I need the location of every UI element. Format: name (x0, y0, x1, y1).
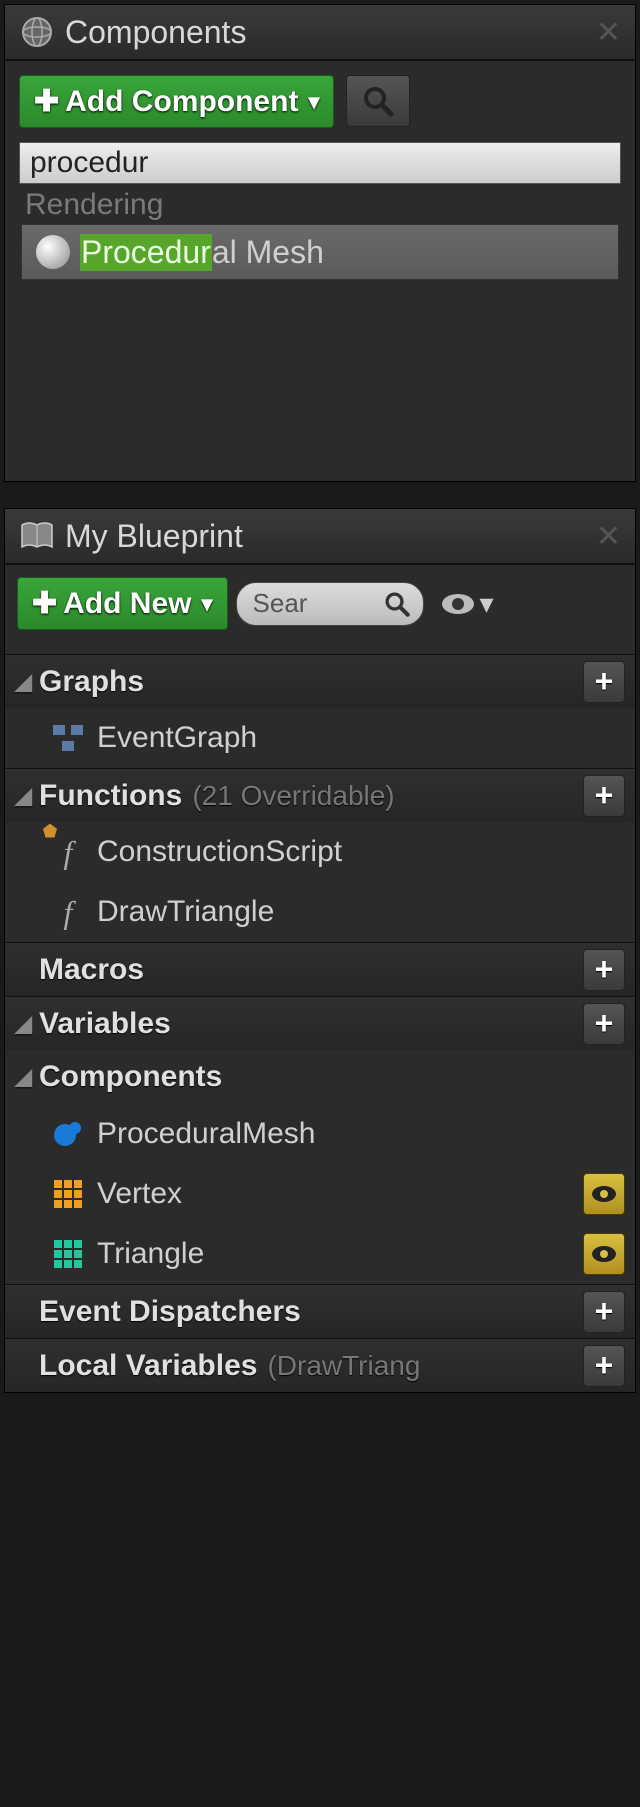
myblueprint-tab[interactable]: My Blueprint ✕ (5, 509, 635, 565)
components-tab-label: Components (65, 14, 246, 51)
blueprint-tree: ◢ Graphs + EventGraph ◢ Functions (21 Ov… (5, 654, 635, 1392)
plus-icon: ✚ (32, 586, 57, 621)
graph-icon (49, 725, 87, 751)
search-icon (361, 84, 395, 118)
add-new-label: Add New (63, 587, 191, 621)
components-toolbar: ✚ Add Component ▾ (19, 75, 621, 128)
close-icon[interactable]: ✕ (596, 15, 621, 50)
caret-down-icon: ▾ (201, 591, 212, 617)
item-label: Triangle (97, 1237, 204, 1271)
item-triangle[interactable]: Triangle (5, 1224, 635, 1284)
caret-down-icon: ▾ (308, 89, 319, 115)
result-rest: al Mesh (212, 234, 324, 271)
item-label: ProceduralMesh (97, 1117, 315, 1151)
components-body: ✚ Add Component ▾ procedur Rendering Pro… (5, 61, 635, 481)
category-variables[interactable]: ◢ Variables + (5, 996, 635, 1050)
components-panel: Components ✕ ✚ Add Component ▾ procedur … (4, 4, 636, 482)
search-result-procedural-mesh[interactable]: Procedural Mesh (21, 224, 619, 280)
add-component-button[interactable]: ✚ Add Component ▾ (19, 75, 334, 128)
add-new-button[interactable]: ✚ Add New ▾ (17, 577, 228, 630)
category-label: Components (39, 1060, 222, 1094)
myblueprint-toolbar: ✚ Add New ▾ Sear ▾ (5, 565, 635, 630)
category-label: Macros (39, 953, 144, 987)
item-label: ConstructionScript (97, 835, 342, 869)
myblueprint-panel: My Blueprint ✕ ✚ Add New ▾ Sear ▾ ◢ Grap… (4, 508, 636, 1393)
search-category: Rendering (19, 184, 621, 224)
component-search-input[interactable]: procedur (19, 142, 621, 184)
book-icon (19, 518, 55, 554)
result-highlight: Procedur (80, 234, 212, 271)
category-graphs[interactable]: ◢ Graphs + (5, 654, 635, 708)
components-tab[interactable]: Components ✕ (5, 5, 635, 61)
item-label: EventGraph (97, 721, 257, 755)
plus-icon: ✚ (34, 84, 59, 119)
category-label: Event Dispatchers (39, 1295, 301, 1329)
eye-icon (590, 1184, 618, 1204)
category-event-dispatchers[interactable]: ◢ Event Dispatchers + (5, 1284, 635, 1338)
visibility-toggle-button[interactable] (583, 1233, 625, 1275)
category-label: Variables (39, 1007, 171, 1041)
item-label: DrawTriangle (97, 895, 274, 929)
visibility-toggle-button[interactable] (583, 1173, 625, 1215)
mesh-blue-icon (49, 1119, 87, 1149)
expand-arrow-icon: ◢ (15, 669, 33, 695)
category-label: Functions (39, 779, 182, 813)
search-toggle-button[interactable] (346, 75, 410, 127)
sphere-icon (19, 14, 55, 50)
blueprint-search-input[interactable]: Sear (236, 582, 424, 626)
item-constructionscript[interactable]: f ConstructionScript (5, 822, 635, 882)
function-icon: f (49, 834, 87, 871)
item-proceduralmesh[interactable]: ProceduralMesh (5, 1104, 635, 1164)
expand-arrow-icon: ◢ (15, 783, 33, 809)
array-yellow-icon (49, 1180, 87, 1208)
add-dispatcher-button[interactable]: + (583, 1291, 625, 1333)
item-eventgraph[interactable]: EventGraph (5, 708, 635, 768)
item-drawtriangle[interactable]: f DrawTriangle (5, 882, 635, 942)
close-icon[interactable]: ✕ (596, 519, 621, 554)
category-sublabel: (21 Overridable) (192, 780, 394, 812)
caret-down-icon: ▾ (480, 587, 494, 620)
expand-arrow-icon: ◢ (15, 1064, 33, 1090)
add-function-button[interactable]: + (583, 775, 625, 817)
search-placeholder: Sear (253, 588, 308, 619)
category-functions[interactable]: ◢ Functions (21 Overridable) + (5, 768, 635, 822)
category-label: Graphs (39, 665, 144, 699)
add-component-label: Add Component (65, 85, 298, 119)
mesh-sphere-icon (36, 235, 70, 269)
eye-icon (590, 1244, 618, 1264)
search-icon (383, 590, 411, 618)
component-search-value: procedur (30, 146, 148, 180)
add-macro-button[interactable]: + (583, 949, 625, 991)
add-local-variable-button[interactable]: + (583, 1345, 625, 1387)
category-sublabel: (DrawTriang (267, 1350, 420, 1382)
expand-arrow-icon: ◢ (15, 1011, 33, 1037)
eye-icon (440, 592, 476, 616)
myblueprint-tab-label: My Blueprint (65, 518, 243, 555)
category-local-variables[interactable]: ◢ Local Variables (DrawTriang + (5, 1338, 635, 1392)
add-variable-button[interactable]: + (583, 1003, 625, 1045)
function-icon: f (49, 894, 87, 931)
category-components[interactable]: ◢ Components (5, 1050, 635, 1104)
category-label: Local Variables (39, 1349, 257, 1383)
array-green-icon (49, 1240, 87, 1268)
item-vertex[interactable]: Vertex (5, 1164, 635, 1224)
add-graph-button[interactable]: + (583, 661, 625, 703)
category-macros[interactable]: ◢ Macros + (5, 942, 635, 996)
visibility-filter-button[interactable]: ▾ (440, 587, 494, 620)
item-label: Vertex (97, 1177, 182, 1211)
